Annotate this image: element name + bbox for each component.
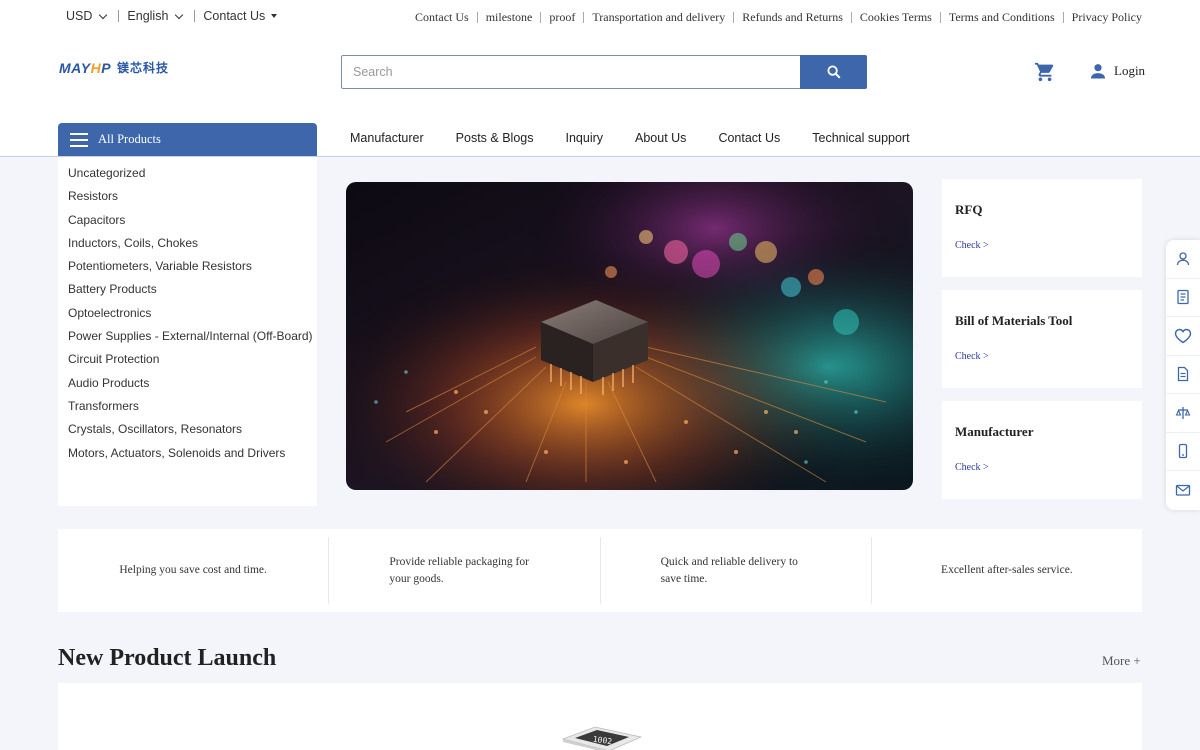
float-compare-button[interactable] [1166, 394, 1200, 433]
category-item[interactable]: Uncategorized [58, 166, 317, 189]
chevron-down-icon [99, 10, 108, 19]
currency-selector[interactable]: USD [66, 9, 108, 23]
floating-toolbar [1166, 240, 1200, 510]
nav-item-contact-us[interactable]: Contact Us [702, 131, 796, 145]
cart-icon[interactable] [1034, 61, 1056, 83]
category-item[interactable]: Inductors, Coils, Chokes [58, 236, 317, 259]
contact-dropdown[interactable]: Contact Us [203, 9, 278, 23]
language-value: English [127, 9, 169, 23]
language-selector[interactable]: English [127, 9, 184, 23]
hero-banner[interactable] [346, 182, 913, 490]
float-user-button[interactable] [1166, 240, 1200, 279]
main-nav: All Products Manufacturer Posts & Blogs … [0, 123, 1200, 157]
float-mail-button[interactable] [1166, 471, 1200, 510]
file-icon [1177, 367, 1189, 382]
phone-icon [1178, 444, 1188, 459]
card-title: Bill of Materials Tool [955, 313, 1073, 328]
category-item[interactable]: Audio Products [58, 376, 317, 399]
bom-tool-card[interactable]: Bill of Materials Tool Check > [942, 290, 1142, 388]
top-bar: USD English Contact Us Contact Us milest… [0, 0, 1200, 33]
category-item[interactable]: Capacitors [58, 213, 317, 236]
category-item[interactable]: Circuit Protection [58, 352, 317, 375]
contact-label: Contact Us [203, 9, 266, 23]
site-header: MAYHP 镁芯科技 Login [0, 33, 1200, 123]
new-products-panel: 1002 [58, 683, 1142, 750]
document-icon [1177, 290, 1189, 305]
float-file-button[interactable] [1166, 356, 1200, 394]
login-button[interactable]: Login [1088, 61, 1145, 81]
category-item[interactable]: Battery Products [58, 282, 317, 305]
category-item[interactable]: Crystals, Oscillators, Resonators [58, 422, 317, 445]
float-wishlist-button[interactable] [1166, 317, 1200, 356]
category-item[interactable]: Resistors [58, 189, 317, 212]
menu-icon [70, 132, 88, 147]
top-link-cookies[interactable]: Cookies Terms [860, 10, 932, 25]
nav-item-inquiry[interactable]: Inquiry [549, 131, 619, 145]
search-bar [341, 55, 867, 89]
category-item[interactable]: Power Supplies - External/Internal (Off-… [58, 329, 317, 352]
divider [194, 10, 196, 22]
float-document-button[interactable] [1166, 279, 1200, 317]
user-icon [1090, 64, 1106, 79]
nav-item-technical-support[interactable]: Technical support [796, 131, 925, 145]
card-title: Manufacturer [955, 424, 1034, 439]
top-link-milestone[interactable]: milestone [486, 10, 533, 25]
nav-item-about-us[interactable]: About Us [619, 131, 702, 145]
currency-value: USD [66, 9, 93, 23]
card-check-link[interactable]: Check > [955, 351, 1142, 362]
feature-item: Excellent after-sales service. [941, 564, 1073, 576]
more-link[interactable]: More + [1102, 653, 1141, 669]
resistor-chip-image[interactable]: 1002 [553, 723, 643, 750]
top-link-contact-us[interactable]: Contact Us [415, 10, 469, 25]
login-label: Login [1114, 63, 1146, 78]
feature-item: Provide reliable packaging for your good… [329, 537, 601, 604]
heart-icon [1174, 328, 1192, 344]
search-button[interactable] [800, 55, 867, 89]
search-input[interactable] [341, 55, 800, 89]
nav-item-posts-blogs[interactable]: Posts & Blogs [440, 131, 550, 145]
chevron-down-icon [175, 10, 184, 19]
top-link-proof[interactable]: proof [549, 10, 575, 25]
card-check-link[interactable]: Check > [955, 462, 1142, 473]
feature-item: Quick and reliable delivery to save time… [601, 537, 872, 604]
search-icon [827, 65, 841, 79]
top-link-transportation[interactable]: Transportation and delivery [592, 10, 725, 25]
manufacturer-card[interactable]: Manufacturer Check > [942, 401, 1142, 499]
service-features: Helping you save cost and time. Provide … [58, 529, 1142, 612]
category-item[interactable]: Transformers [58, 399, 317, 422]
site-logo[interactable]: MAYHP 镁芯科技 [59, 59, 169, 76]
chip-circuit-illustration [346, 182, 913, 490]
category-item[interactable]: Optoelectronics [58, 306, 317, 329]
section-title: New Product Launch [58, 645, 277, 671]
user-icon [1176, 252, 1190, 265]
top-link-privacy[interactable]: Privacy Policy [1072, 10, 1142, 25]
all-products-label: All Products [98, 132, 161, 146]
scale-icon [1175, 406, 1191, 419]
rfq-card[interactable]: RFQ Check > [942, 179, 1142, 277]
card-title: RFQ [955, 202, 983, 217]
feature-item: Helping you save cost and time. [58, 537, 330, 604]
nav-item-manufacturer[interactable]: Manufacturer [334, 131, 440, 145]
category-item[interactable]: Motors, Actuators, Solenoids and Drivers [58, 446, 317, 469]
card-check-link[interactable]: Check > [955, 240, 1142, 251]
logo-chinese-text: 镁芯科技 [117, 61, 170, 75]
float-phone-button[interactable] [1166, 433, 1200, 471]
top-link-terms[interactable]: Terms and Conditions [949, 10, 1055, 25]
top-link-refunds[interactable]: Refunds and Returns [742, 10, 843, 25]
category-list: Uncategorized Resistors Capacitors Induc… [58, 157, 317, 506]
category-item[interactable]: Potentiometers, Variable Resistors [58, 259, 317, 282]
divider [118, 10, 120, 22]
caret-down-icon [271, 14, 278, 18]
all-products-button[interactable]: All Products [58, 123, 317, 156]
mail-icon [1175, 485, 1191, 496]
